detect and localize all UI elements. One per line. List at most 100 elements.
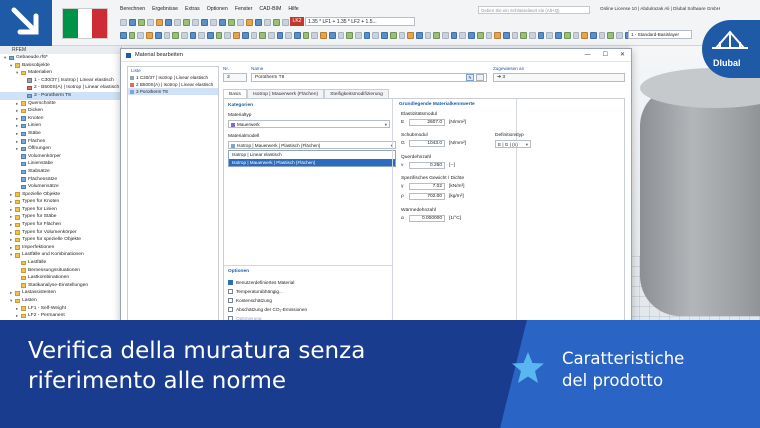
material-list-item[interactable]: 2 B500S(A) | Isotrop | Linear elastisch — [128, 81, 218, 88]
tree-item[interactable]: ▸ Dicken — [0, 107, 121, 115]
toolbar-button[interactable] — [137, 31, 145, 39]
toolbar-button[interactable] — [459, 31, 467, 39]
tree-caret-icon[interactable]: ▾ — [10, 62, 12, 70]
option-checkbox[interactable]: Kostenschätzung — [228, 297, 272, 304]
toolbar-button[interactable] — [241, 31, 249, 39]
toolbar-button[interactable] — [276, 31, 284, 39]
tree-item[interactable]: ▸ Typen für Linien — [0, 206, 121, 214]
toolbar-button[interactable] — [259, 31, 266, 39]
nr-field[interactable]: 3 — [223, 73, 247, 82]
tree-item[interactable]: ▸ Typen für Knoten — [0, 198, 121, 206]
material-list-item[interactable]: 1 C30/37 | Isotrop | Linear elastisch — [128, 74, 218, 81]
toolbar-button[interactable] — [398, 31, 406, 39]
close-icon[interactable]: ✕ — [620, 49, 625, 62]
tree-item[interactable]: ▸ Typen für Volumenkörper — [0, 229, 121, 237]
dropdown-option[interactable]: Isotrop | Linear elastisch — [229, 151, 395, 159]
toolbar-button[interactable] — [354, 31, 362, 39]
tree-item[interactable]: ▸ Typen für Flächen — [0, 221, 121, 229]
toolbar-button[interactable] — [120, 31, 127, 39]
toolbar-button[interactable] — [201, 18, 208, 26]
toolbar-button[interactable] — [250, 31, 258, 39]
toolbar-button[interactable] — [120, 18, 127, 26]
load-combo-select[interactable]: 1.35 * LF1 + 1.35 * LF2 + 1.5... — [305, 17, 415, 26]
toolbar-button[interactable] — [129, 18, 136, 26]
toolbar-button[interactable] — [294, 31, 301, 39]
tree-item[interactable]: ▸ Spezielle Objekte — [0, 191, 121, 199]
toolbar-button[interactable] — [555, 31, 562, 39]
menu-item[interactable]: Berechnen — [120, 6, 145, 12]
menu-item[interactable]: Hilfe — [288, 6, 298, 12]
tree-item[interactable]: ▸ Querschnitte — [0, 100, 121, 108]
toolbar-button[interactable] — [494, 31, 501, 39]
checkbox-checked-icon[interactable] — [228, 280, 233, 285]
toolbar-button[interactable] — [165, 18, 172, 26]
checkbox-icon[interactable] — [228, 289, 233, 294]
tree-item[interactable]: Linienstäbe — [0, 160, 121, 168]
tree-item[interactable]: 2 - B500S(A) | Isotrop | Linear elastisc… — [0, 84, 121, 92]
tree-caret-icon[interactable]: ▾ — [10, 297, 12, 305]
checkbox-icon[interactable] — [228, 298, 233, 303]
menu-item[interactable]: CAD-BIM — [259, 6, 281, 12]
toolbar-button[interactable] — [433, 31, 441, 39]
minimize-icon[interactable]: — — [585, 49, 591, 62]
toolbar-button[interactable] — [320, 31, 327, 39]
tree-item[interactable]: 1 - C30/37 | Isotrop | Linear elastisch — [0, 77, 121, 85]
toolbar-button[interactable] — [267, 31, 275, 39]
toolbar-button[interactable] — [598, 31, 606, 39]
toolbar-button[interactable] — [581, 31, 588, 39]
toolbar-button[interactable] — [546, 31, 554, 39]
toolbar-button[interactable] — [215, 31, 223, 39]
tree-item[interactable]: ▸ Flächen — [0, 138, 121, 146]
tree-item[interactable]: ▾ Materialien — [0, 69, 121, 77]
toolbar-button[interactable] — [424, 31, 432, 39]
toolbar-button[interactable] — [337, 31, 345, 39]
g-input[interactable]: 1043.0 — [409, 140, 445, 147]
toolbar-button[interactable] — [207, 31, 214, 39]
basis-layer-select[interactable]: 1 - Standard-Basislayer — [628, 30, 692, 39]
toolbar-button[interactable] — [147, 18, 154, 26]
toolbar-button[interactable] — [389, 31, 397, 39]
toolbar-button[interactable] — [183, 18, 190, 26]
toolbar-button[interactable] — [311, 31, 319, 39]
toolbar-button[interactable] — [563, 31, 571, 39]
toolbar-button[interactable] — [450, 31, 458, 39]
tree-item[interactable]: Volumensätze — [0, 183, 121, 191]
menu-item[interactable]: Optionen — [207, 6, 228, 12]
toolbar-button[interactable] — [210, 18, 217, 26]
toolbar-button[interactable] — [163, 31, 171, 39]
tree-item[interactable]: ▸ Linien — [0, 122, 121, 130]
toolbar-button[interactable] — [442, 31, 449, 39]
toolbar-button[interactable] — [372, 31, 380, 39]
assign-field[interactable]: ➔ 3 — [493, 73, 625, 82]
toolbar-button[interactable] — [616, 31, 623, 39]
tree-item[interactable]: ▾ Gebaeude.rf6* — [0, 54, 121, 62]
tree-caret-icon[interactable]: ▾ — [4, 54, 6, 62]
toolbar-button[interactable] — [146, 31, 153, 39]
toolbar-button[interactable] — [174, 18, 181, 26]
tree-caret-icon[interactable]: ▾ — [10, 251, 12, 259]
tree-item[interactable]: ▾ Lasten — [0, 297, 121, 305]
dialog-tab[interactable]: Isotrop | Mauerwerk (Flächen) — [246, 89, 325, 98]
dialog-tab[interactable]: Basis — [223, 89, 247, 98]
option-checkbox[interactable]: Temperaturabhängig... — [228, 288, 283, 295]
maximize-icon[interactable]: ☐ — [603, 49, 608, 62]
toolbar-button[interactable] — [264, 18, 271, 26]
toolbar-button[interactable] — [282, 18, 289, 26]
toolbar-button[interactable] — [529, 31, 536, 39]
toolbar-button[interactable] — [407, 31, 414, 39]
tree-caret-icon[interactable]: ▸ — [16, 312, 18, 320]
tree-item[interactable]: Lastfälle — [0, 259, 121, 267]
tree-item[interactable]: ▾ Basisobjekte — [0, 62, 121, 70]
toolbar-button[interactable] — [468, 31, 475, 39]
checkbox-icon[interactable] — [228, 307, 233, 312]
tree-item[interactable]: 3 - Porotherm T8 — [0, 91, 121, 100]
toolbar-button[interactable] — [273, 18, 280, 26]
tree-item[interactable]: Bemessungssituationen — [0, 267, 121, 275]
rho-input[interactable]: 702.00 — [409, 193, 445, 200]
toolbar-button[interactable] — [154, 31, 162, 39]
tree-item[interactable]: Statikanalyse-Einstellungen — [0, 282, 121, 290]
tree-item[interactable]: Volumenkörper — [0, 153, 121, 161]
alpha-input[interactable]: 0.000000 — [409, 215, 445, 222]
toolbar-button[interactable] — [285, 31, 293, 39]
tree-caret-icon[interactable]: ▾ — [16, 69, 18, 77]
